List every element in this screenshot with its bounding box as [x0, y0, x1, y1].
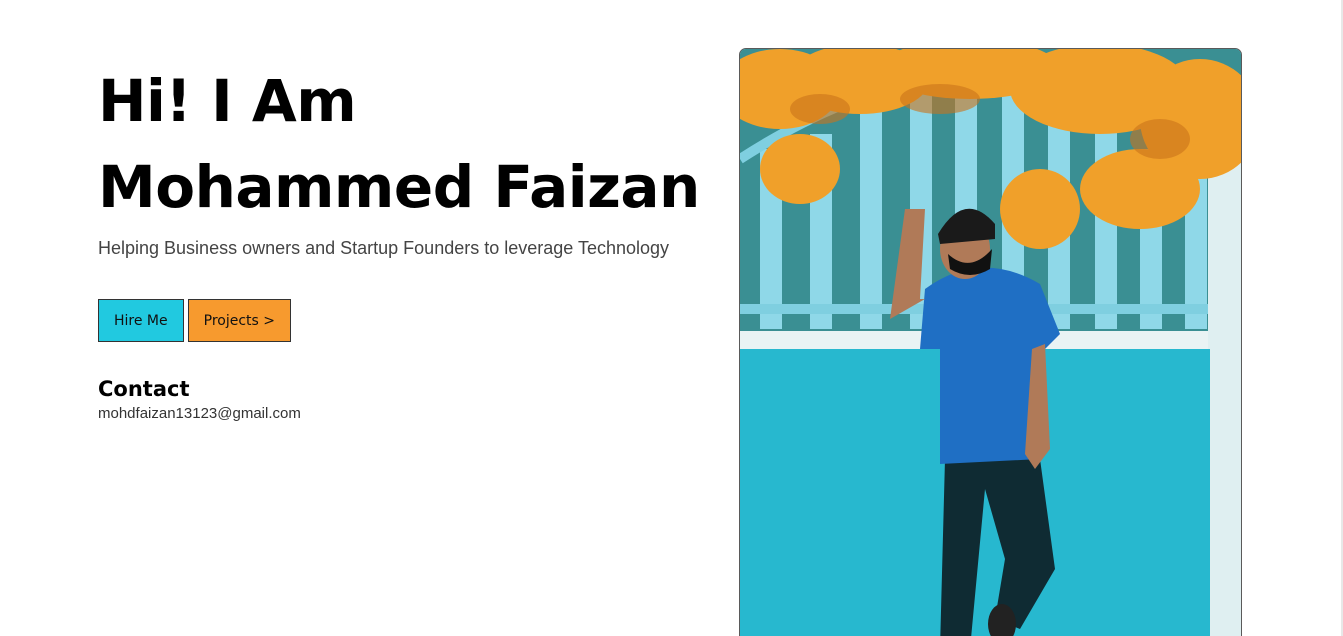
- profile-photo: [739, 48, 1242, 636]
- hero-tagline: Helping Business owners and Startup Foun…: [98, 238, 670, 258]
- projects-button[interactable]: Projects >: [187, 299, 291, 342]
- cta-buttons: Hire Me Projects >: [98, 299, 718, 342]
- hero-section: Hi! I Am Mohammed Faizan Helping Busines…: [98, 58, 718, 422]
- hero-title-line2: Mohammed Faizan: [98, 153, 700, 221]
- hire-me-button[interactable]: Hire Me: [98, 299, 184, 342]
- portfolio-page: Hi! I Am Mohammed Faizan Helping Busines…: [0, 0, 1343, 636]
- portrait-photo-icon: [740, 49, 1241, 636]
- contact-email: mohdfaizan13123@gmail.com: [98, 405, 301, 422]
- hero-title: Hi! I Am Mohammed Faizan: [98, 58, 718, 230]
- hero-title-line1: Hi! I Am: [98, 67, 357, 135]
- contact-heading: Contact: [98, 377, 190, 401]
